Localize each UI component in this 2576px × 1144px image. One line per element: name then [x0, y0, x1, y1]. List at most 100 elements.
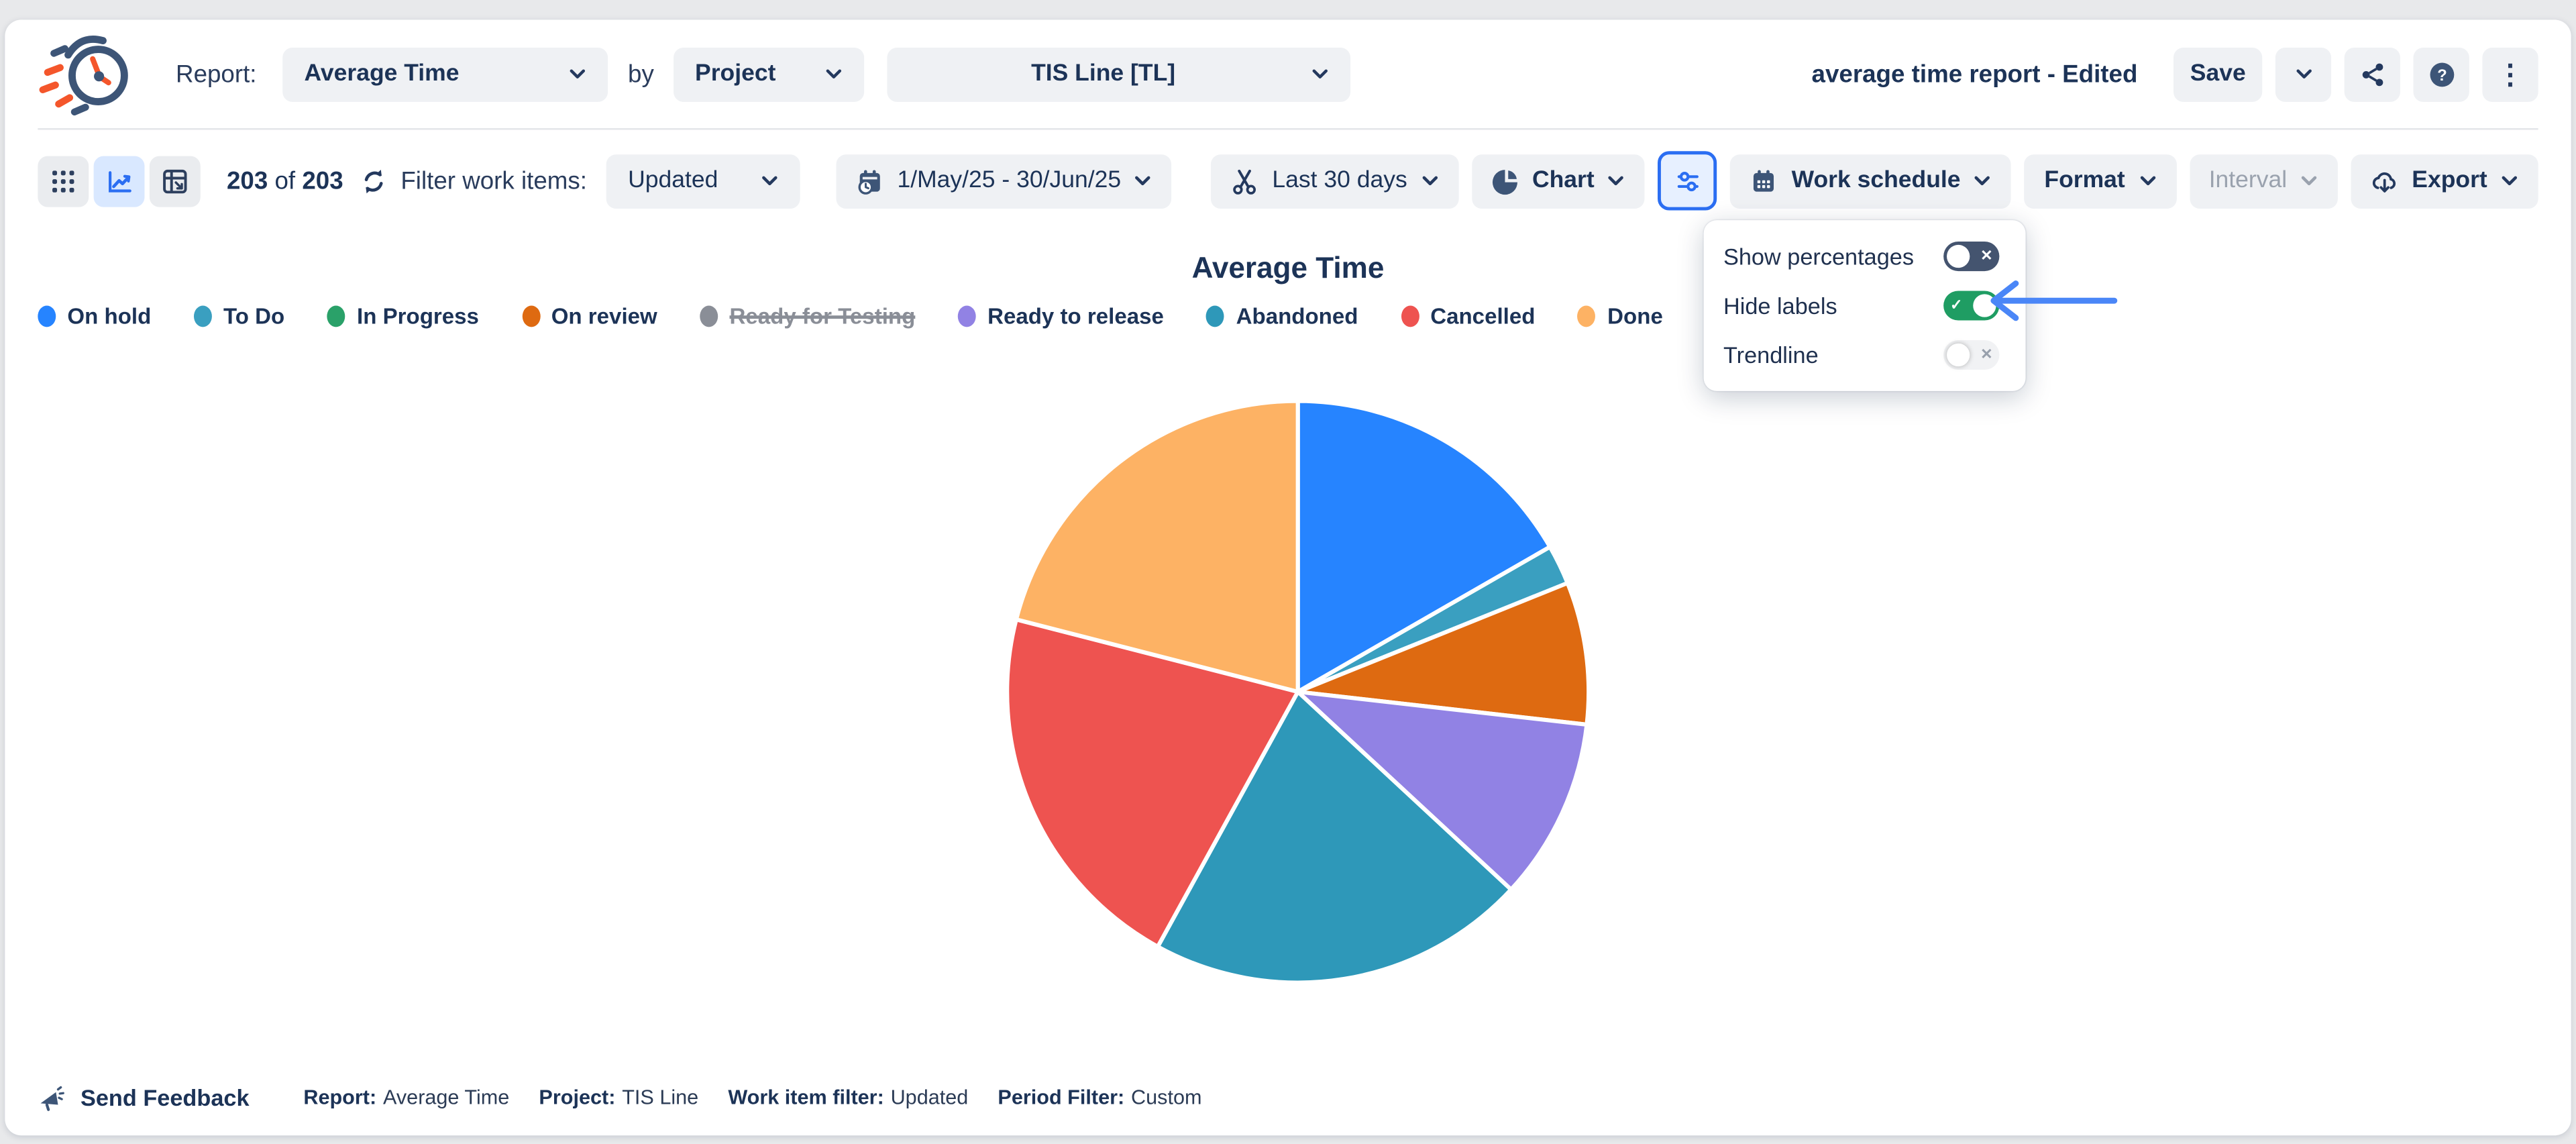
legend-item-on-hold[interactable]: On hold	[38, 304, 151, 329]
help-icon: ?	[2427, 60, 2455, 88]
chevron-down-icon	[2138, 174, 2156, 188]
footer-meta-label: Report:	[303, 1086, 376, 1109]
work-items-count: 203 of 203	[227, 167, 343, 195]
cross-icon: ✕	[1980, 348, 1992, 362]
share-button[interactable]	[2345, 47, 2400, 101]
pie-chart-icon	[1491, 167, 1519, 195]
cloud-download-icon	[2371, 167, 2399, 195]
legend-label: Done	[1607, 304, 1663, 329]
format-label: Format	[2044, 168, 2125, 194]
app-logo-icon	[38, 30, 140, 118]
toolbar-right-group: Chart	[1471, 151, 2538, 210]
footer-meta-value: Average Time	[383, 1086, 509, 1109]
legend-item-cancelled[interactable]: Cancelled	[1401, 304, 1535, 329]
send-feedback-button[interactable]: Send Feedback	[38, 1084, 249, 1112]
legend-label: Abandoned	[1236, 304, 1358, 329]
legend-item-ready-to-release[interactable]: Ready to release	[958, 304, 1164, 329]
header-bar: Report: Average Time by Project TIS Line…	[5, 19, 2571, 128]
chevron-down-icon	[1420, 174, 1438, 188]
footer-meta-label: Period Filter:	[998, 1086, 1124, 1109]
save-button[interactable]: Save	[2174, 47, 2262, 101]
chevron-down-icon	[761, 174, 779, 188]
legend-swatch	[1207, 306, 1225, 327]
toggle-knob	[1947, 245, 1970, 268]
by-label: by	[628, 60, 654, 88]
chart-settings-button[interactable]	[1658, 151, 1717, 210]
chevron-down-icon	[1134, 174, 1152, 188]
legend-item-abandoned[interactable]: Abandoned	[1207, 304, 1358, 329]
footer-meta-work-item-filter-: Work item filter:Updated	[728, 1086, 968, 1109]
footer-meta-period-filter-: Period Filter: Custom	[998, 1086, 1201, 1109]
chevron-down-icon	[2294, 67, 2312, 81]
chart-view-button[interactable]	[94, 155, 145, 206]
view-switcher	[38, 155, 200, 206]
footer-bar: Send Feedback Report: Average Time Project…	[5, 1060, 2571, 1136]
export-label: Export	[2412, 168, 2487, 194]
period-preset-button[interactable]: Last 30 days	[1212, 154, 1458, 208]
footer-meta-value: TIS Line	[622, 1086, 698, 1109]
work-item-filter-value: Updated	[628, 168, 747, 194]
footer-meta-project-: Project: TIS Line	[539, 1086, 698, 1109]
count-of: of	[274, 167, 295, 195]
legend-label: To Do	[223, 304, 284, 329]
svg-text:?: ?	[2436, 66, 2447, 84]
legend-label: On hold	[67, 304, 151, 329]
legend-item-done[interactable]: Done	[1578, 304, 1663, 329]
legend-item-on-review[interactable]: On review	[522, 304, 657, 329]
chart-type-label: Chart	[1532, 168, 1595, 194]
popup-row-show-percentages: Show percentages ✕	[1704, 231, 2026, 280]
format-dropdown[interactable]: Format	[2025, 154, 2176, 208]
help-button[interactable]: ?	[2414, 47, 2469, 101]
toggle-knob	[1947, 344, 1970, 366]
popup-row-label: Show percentages	[1723, 243, 1914, 269]
footer-meta-label: Project:	[539, 1086, 615, 1109]
toolbar: 203 of 203 Filter work items: Updated	[5, 129, 2571, 231]
popup-row-hide-labels: Hide labels✓	[1704, 281, 2026, 330]
send-feedback-label: Send Feedback	[80, 1084, 250, 1110]
chart-title: Average Time	[5, 231, 2571, 286]
save-options-button[interactable]	[2275, 47, 2331, 101]
line-chart-icon	[105, 167, 133, 195]
export-dropdown[interactable]: Export	[2351, 154, 2538, 208]
group-by-dropdown[interactable]: Project	[674, 47, 864, 101]
sliders-icon	[1674, 167, 1702, 195]
grid-icon	[49, 167, 77, 195]
period-preset-value: Last 30 days	[1272, 168, 1407, 194]
pie-svg	[1002, 396, 1594, 988]
work-item-filter-dropdown[interactable]: Updated	[606, 154, 800, 208]
report-label: Report:	[176, 60, 256, 88]
cross-icon: ✕	[1980, 249, 1992, 264]
chevron-down-icon	[1974, 174, 1992, 188]
show-percentages-toggle[interactable]: ✕	[1943, 242, 1999, 271]
calendar-icon	[1750, 167, 1778, 195]
refresh-icon[interactable]	[360, 167, 388, 195]
report-type-dropdown[interactable]: Average Time	[283, 47, 608, 101]
chart-settings-popup: Show percentages ✕ Hide labels✓ Trendline ✕	[1704, 220, 2026, 391]
date-range-button[interactable]: 1/May/25 - 30/Jun/25	[837, 154, 1172, 208]
interval-dropdown: Interval	[2189, 154, 2338, 208]
footer-meta: Report: Average Time Project: TIS Line Work …	[303, 1086, 1201, 1109]
pivot-table-icon	[161, 167, 189, 195]
date-range-value: 1/May/25 - 30/Jun/25	[897, 168, 1121, 194]
trendline-toggle[interactable]: ✕	[1943, 340, 1999, 370]
chevron-down-icon	[825, 67, 843, 81]
footer-meta-value: Custom	[1131, 1086, 1201, 1109]
interval-label: Interval	[2209, 168, 2287, 194]
legend-swatch	[327, 306, 345, 327]
scope-dropdown[interactable]: TIS Line [TL]	[888, 47, 1351, 101]
more-options-button[interactable]: ⋮	[2482, 47, 2538, 101]
legend-swatch	[1578, 306, 1596, 327]
legend-item-ready-for-testing[interactable]: Ready for Testing	[700, 304, 915, 329]
chevron-down-icon	[2300, 174, 2318, 188]
check-icon: ✓	[1950, 298, 1962, 313]
popup-row-trendline: Trendline ✕	[1704, 330, 2026, 379]
kebab-icon: ⋮	[2496, 60, 2524, 88]
chart-type-dropdown[interactable]: Chart	[1471, 154, 1645, 208]
legend-item-in-progress[interactable]: In Progress	[327, 304, 479, 329]
grid-view-button[interactable]	[38, 155, 89, 206]
scissors-icon	[1231, 167, 1259, 195]
pivot-view-button[interactable]	[150, 155, 201, 206]
legend-item-to-do[interactable]: To Do	[194, 304, 284, 329]
popup-row-label: Trendline	[1723, 342, 1819, 368]
work-schedule-dropdown[interactable]: Work schedule	[1731, 154, 2011, 208]
